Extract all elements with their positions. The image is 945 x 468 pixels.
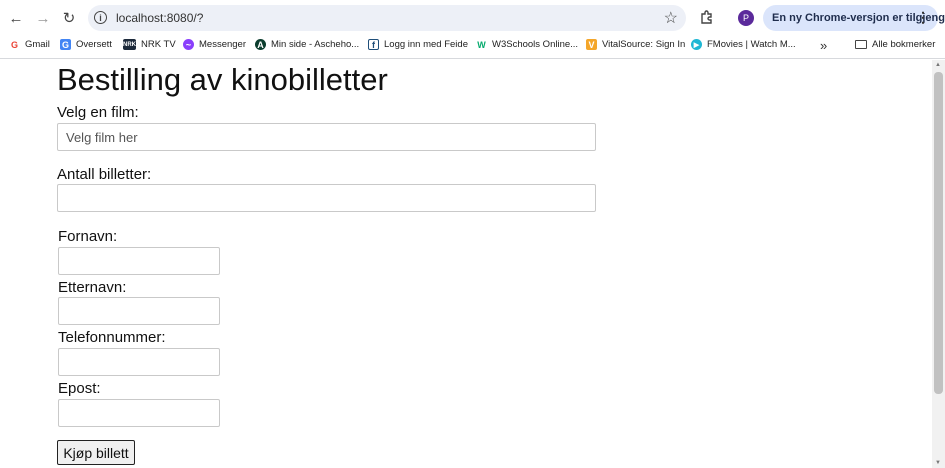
page-title: Bestilling av kinobilletter (57, 62, 388, 97)
more-menu-icon[interactable]: ⋮ (916, 9, 930, 26)
bookmark-label: Logg inn med Feide (384, 39, 468, 50)
bookmark-nrk-tv[interactable]: NRK NRK TV (123, 39, 176, 50)
site-info-icon[interactable]: i (94, 11, 107, 24)
bookmark-label: Oversett (76, 39, 112, 50)
messenger-icon: ~ (183, 39, 194, 50)
film-input[interactable] (57, 123, 596, 151)
bookmark-w3schools[interactable]: W W3Schools Online... (476, 39, 578, 50)
all-bookmarks-button[interactable]: Alle bokmerker (855, 39, 935, 50)
extensions-puzzle-icon[interactable] (699, 9, 715, 25)
chrome-update-button[interactable]: En ny Chrome-versjon er tilgjengelig ⋮ (763, 5, 945, 31)
bookmarks-overflow-icon[interactable]: » (820, 38, 827, 53)
browser-toolbar: ← → ↻ i localhost:8080/? ☆ P En ny Chrom… (0, 0, 945, 35)
film-label: Velg en film: (57, 104, 139, 121)
bookmarks-bar: G Gmail G Oversett NRK NRK TV ~ Messenge… (0, 35, 945, 59)
scroll-thumb[interactable] (934, 72, 943, 394)
nrk-icon: NRK (123, 39, 136, 50)
bookmark-label: Messenger (199, 39, 246, 50)
email-input[interactable] (58, 399, 220, 427)
bookmark-label: W3Schools Online... (492, 39, 579, 50)
lastname-input[interactable] (58, 297, 220, 325)
bookmark-feide[interactable]: f Logg inn med Feide (368, 39, 468, 50)
bookmark-fmovies[interactable]: ▶ FMovies | Watch M... (691, 39, 796, 50)
bookmark-label: Gmail (25, 39, 50, 50)
bookmark-messenger[interactable]: ~ Messenger (183, 39, 246, 50)
scroll-down-icon[interactable]: ▼ (935, 460, 941, 466)
translate-icon: G (60, 39, 71, 50)
bookmark-aschehoug[interactable]: A Min side - Ascheho... (255, 39, 359, 50)
bookmark-oversett[interactable]: G Oversett (60, 39, 112, 50)
reload-icon[interactable]: ↻ (59, 8, 79, 28)
bookmark-label: VitalSource: Sign In (602, 39, 686, 50)
bookmark-gmail[interactable]: G Gmail (9, 39, 50, 50)
buy-ticket-button[interactable]: Kjøp billett (57, 440, 135, 465)
page-scrollbar[interactable]: ▲ ▼ (932, 60, 945, 468)
firstname-input[interactable] (58, 247, 220, 275)
firstname-label: Fornavn: (58, 228, 118, 245)
address-bar[interactable]: i localhost:8080/? ☆ (88, 5, 686, 31)
url-text[interactable]: localhost:8080/? (116, 11, 203, 25)
folder-icon (855, 40, 867, 49)
scroll-up-icon[interactable]: ▲ (935, 62, 941, 68)
feide-icon: f (368, 39, 379, 50)
gmail-icon: G (10, 39, 18, 50)
tickets-input[interactable] (57, 184, 596, 212)
bookmark-star-icon[interactable]: ☆ (664, 8, 678, 28)
phone-input[interactable] (58, 348, 220, 376)
fmovies-icon: ▶ (691, 39, 702, 50)
bookmark-vitalsource[interactable]: V VitalSource: Sign In (586, 39, 685, 50)
all-bookmarks-label: Alle bokmerker (872, 39, 936, 50)
aschehoug-icon: A (255, 39, 266, 50)
forward-arrow-icon[interactable]: → (33, 8, 53, 28)
email-label: Epost: (58, 380, 101, 397)
bookmark-label: FMovies | Watch M... (707, 39, 796, 50)
bookmark-label: Min side - Ascheho... (271, 39, 360, 50)
bookmark-label: NRK TV (141, 39, 176, 50)
vitalsource-icon: V (586, 39, 597, 50)
tickets-label: Antall billetter: (57, 166, 152, 183)
phone-label: Telefonnummer: (58, 329, 166, 346)
profile-avatar[interactable]: P (738, 10, 754, 26)
w3schools-icon: W (477, 39, 486, 50)
lastname-label: Etternavn: (58, 279, 127, 296)
back-arrow-icon[interactable]: ← (6, 8, 26, 28)
